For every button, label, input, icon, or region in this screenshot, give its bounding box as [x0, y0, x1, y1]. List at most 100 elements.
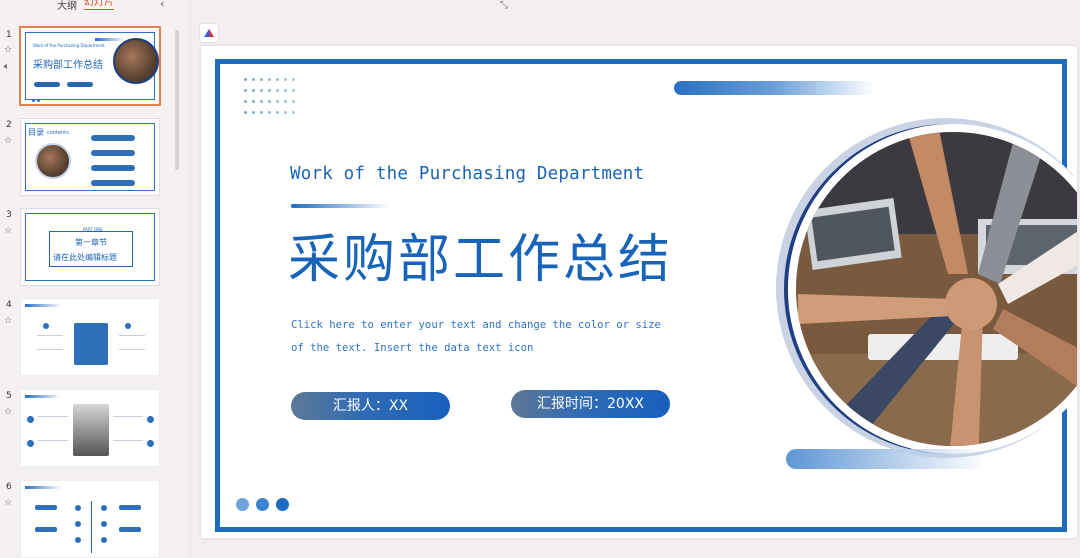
pane-tabs: 大纲 幻灯片 ‹	[0, 0, 186, 14]
thumb-item	[91, 180, 135, 186]
slide-canvas[interactable]: Work of the Purchasing Department 采购部工作总…	[201, 46, 1077, 538]
grid-dot	[260, 100, 263, 103]
thumb-photo	[113, 38, 159, 84]
decorative-dot-light	[236, 498, 249, 511]
grid-dot	[284, 100, 287, 103]
collapse-pane-icon[interactable]: ‹	[160, 0, 164, 10]
thumb-line	[37, 335, 63, 336]
thumb-photo	[73, 404, 109, 456]
decorative-dot-dark	[276, 498, 289, 511]
thumb-label	[119, 527, 141, 532]
slide-number: 5	[6, 391, 12, 401]
thumb-icon	[125, 323, 131, 329]
thumb-line	[119, 335, 145, 336]
grid-dot	[276, 78, 279, 81]
ai-assistant-icon[interactable]	[200, 24, 218, 42]
grid-dot	[268, 100, 271, 103]
grid-dot	[260, 78, 263, 81]
slide-number: 4	[6, 300, 12, 310]
thumb-axis	[91, 501, 92, 553]
grid-dot	[268, 111, 271, 114]
grid-dot	[268, 78, 271, 81]
thumb-title: 采购部工作总结	[33, 60, 103, 71]
thumb-dot	[32, 99, 35, 102]
grid-dot	[260, 111, 263, 114]
thumb-dot	[37, 99, 40, 102]
team-hands-photo	[788, 124, 1077, 454]
slide-number: 3	[6, 210, 12, 220]
thumb-bar	[25, 395, 61, 398]
star-icon[interactable]: ☆	[4, 316, 12, 326]
thumb-title: 目录	[28, 128, 44, 137]
slide-thumbnail-1[interactable]: Work of the Purchasing Department 采购部工作总…	[19, 26, 161, 106]
grid-dot	[292, 78, 295, 81]
thumb-item	[91, 165, 135, 171]
thumb-icon	[147, 440, 154, 447]
pane-scrollbar[interactable]	[175, 30, 179, 170]
thumb-label	[35, 527, 57, 532]
thumb-icon	[101, 537, 107, 543]
slide-thumbnail-6[interactable]	[20, 480, 160, 558]
thumb-label	[35, 505, 57, 510]
thumb-icon	[27, 416, 34, 423]
thumb-subtitle: contents	[47, 130, 69, 136]
thumb-icon	[101, 505, 107, 511]
slide-main-title[interactable]: 采购部工作总结	[288, 229, 673, 291]
speaker-icon[interactable]: 🔈︎	[4, 62, 9, 72]
slide-thumbnail-5[interactable]	[20, 389, 160, 467]
star-icon[interactable]: ☆	[4, 498, 12, 508]
slide-number: 6	[6, 482, 12, 492]
tab-outline[interactable]: 大纲	[57, 0, 77, 12]
thumb-pill	[67, 82, 93, 87]
star-icon[interactable]: ☆	[4, 45, 12, 55]
thumb-subtitle: Work of the Purchasing Department	[33, 43, 105, 48]
decorative-dot-grid	[244, 78, 298, 118]
reporter-pill[interactable]: 汇报人：XX	[291, 392, 450, 420]
slide-thumbnail-3[interactable]: PART ONE 第一章节 请在此处编辑标题	[20, 208, 160, 286]
star-icon[interactable]: ☆	[4, 136, 12, 146]
grid-dot	[244, 78, 247, 81]
thumb-label	[119, 505, 141, 510]
star-icon[interactable]: ☆	[4, 407, 12, 417]
star-icon[interactable]: ☆	[4, 226, 12, 236]
grid-dot	[276, 89, 279, 92]
grid-dot	[292, 111, 295, 114]
grid-dot	[276, 100, 279, 103]
decorative-bottom-bar	[786, 449, 986, 469]
slide-subtitle-english[interactable]: Work of the Purchasing Department	[290, 164, 644, 184]
thumb-line	[38, 440, 68, 441]
grid-dot	[252, 111, 255, 114]
slide-body-text-line2[interactable]: of the text. Insert the data text icon	[291, 342, 533, 354]
report-time-pill[interactable]: 汇报时间：20XX	[511, 390, 670, 418]
thumb-subtitle: 请在此处编辑标题	[53, 253, 117, 262]
thumb-icon	[101, 521, 107, 527]
grid-dot	[244, 89, 247, 92]
thumb-line	[113, 416, 143, 417]
slide-thumbnail-4[interactable]	[20, 298, 160, 376]
thumb-icon	[43, 323, 49, 329]
grid-dot	[292, 89, 295, 92]
grid-dot	[276, 111, 279, 114]
thumb-icon	[75, 537, 81, 543]
slide-thumbnail-2[interactable]: 目录 contents	[20, 118, 160, 196]
grid-dot	[284, 89, 287, 92]
thumb-pill	[34, 82, 60, 87]
grid-dot	[244, 100, 247, 103]
thumb-title: 第一章节	[75, 238, 107, 247]
thumb-bar	[95, 38, 125, 41]
thumb-item	[91, 150, 135, 156]
slide-body-text-line1[interactable]: Click here to enter your text and change…	[291, 319, 661, 331]
thumb-photo	[35, 143, 71, 179]
subtitle-underline	[291, 204, 391, 208]
tab-slides[interactable]: 幻灯片	[84, 0, 114, 10]
decorative-top-bar	[674, 81, 874, 95]
cursor-icon: ⤡	[500, 0, 508, 11]
thumb-icon	[75, 505, 81, 511]
grid-dot	[252, 78, 255, 81]
thumb-icon	[27, 440, 34, 447]
grid-dot	[252, 100, 255, 103]
thumb-card	[74, 323, 108, 365]
thumb-item	[91, 135, 135, 141]
grid-dot	[268, 89, 271, 92]
slide-thumbnail-pane: 大纲 幻灯片 ‹ 1 ☆ 🔈︎ Work of the Purchasing D…	[0, 0, 186, 558]
